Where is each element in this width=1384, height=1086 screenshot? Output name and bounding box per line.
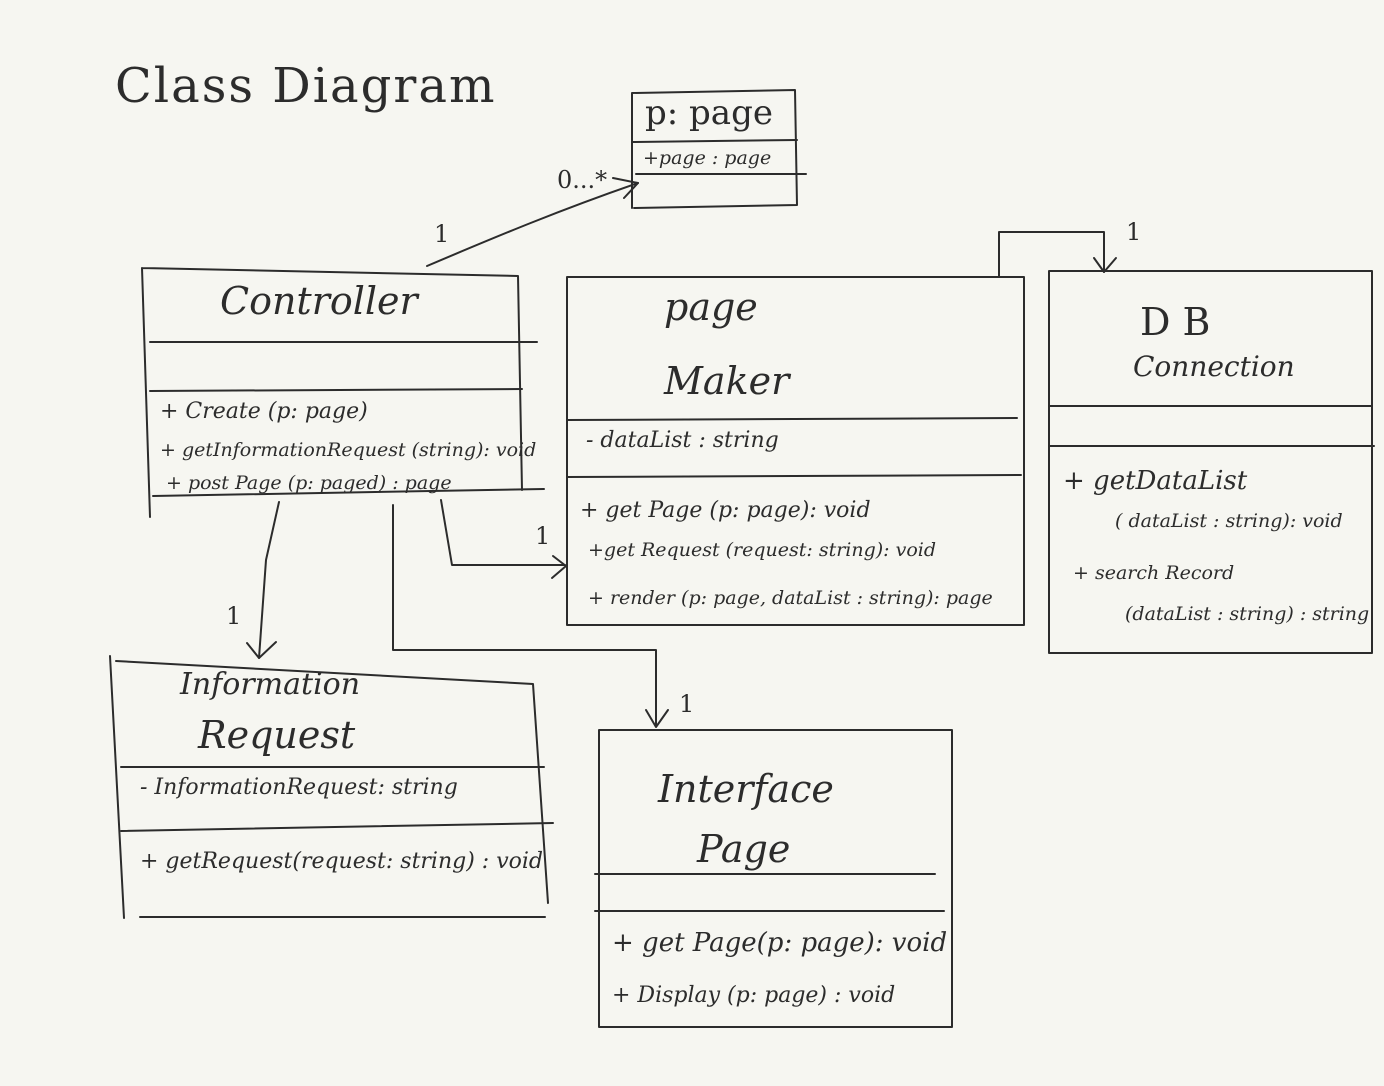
page-class-attribute: +page : page	[643, 147, 772, 169]
controller-operation-post-page: + post Page (p: paged) : page	[166, 472, 452, 494]
multiplicity-controller-information-request: 1	[226, 602, 242, 630]
information-request-operation-get-request: + getRequest(request: string) : void	[140, 849, 543, 874]
page-maker-class-name-line1: page	[664, 285, 758, 329]
multiplicity-controller-page-source: 1	[434, 220, 450, 248]
interface-page-class-name-line2: Page	[697, 827, 791, 871]
db-connection-class-box	[1048, 270, 1375, 654]
class-diagram-canvas: Class Diagram p: page +page : page Contr…	[0, 0, 1384, 1086]
interface-page-operation-get-page: + get Page(p: page): void	[612, 928, 948, 958]
page-maker-operation-get-request: +get Request (request: string): void	[588, 539, 937, 561]
information-request-attribute: - InformationRequest: string	[140, 775, 458, 800]
interface-page-operation-display: + Display (p: page) : void	[612, 983, 896, 1008]
multiplicity-controller-interface-page: 1	[679, 690, 695, 718]
multiplicity-controller-pagemaker: 1	[535, 522, 551, 550]
db-connection-operation-get-datalist: + getDataList	[1063, 466, 1248, 496]
information-request-class-name-line1: Information	[180, 667, 361, 702]
multiplicity-pagemaker-db: 1	[1126, 218, 1142, 246]
controller-class-name: Controller	[220, 279, 418, 323]
information-request-class-name-line2: Request	[198, 713, 356, 757]
db-connection-class-name-line2: Connection	[1133, 350, 1295, 383]
page-maker-operation-render: + render (p: page, dataList : string): p…	[588, 587, 993, 609]
page-maker-class-name-line2: Maker	[664, 359, 790, 403]
page-maker-operation-get-page: + get Page (p: page): void	[580, 498, 871, 523]
db-connection-operation-get-datalist-params: ( dataList : string): void	[1115, 510, 1343, 532]
controller-operation-get-information-request: + getInformationRequest (string): void	[160, 439, 537, 461]
db-connection-operation-search-record-params: (dataList : string) : string	[1125, 603, 1370, 625]
diagram-title: Class Diagram	[115, 58, 497, 114]
controller-operation-create: + Create (p: page)	[160, 399, 368, 424]
page-maker-attribute-datalist: - dataList : string	[586, 428, 779, 453]
page-class-name: p: page	[645, 93, 773, 133]
interface-page-class-name-line1: Interface	[658, 767, 834, 811]
multiplicity-controller-page-target: 0...*	[557, 166, 608, 194]
db-connection-operation-search-record: + search Record	[1073, 562, 1235, 584]
db-connection-class-name-line1: D B	[1140, 300, 1211, 344]
association-controller-information-request	[246, 501, 280, 659]
association-pagemaker-db	[998, 231, 1117, 277]
